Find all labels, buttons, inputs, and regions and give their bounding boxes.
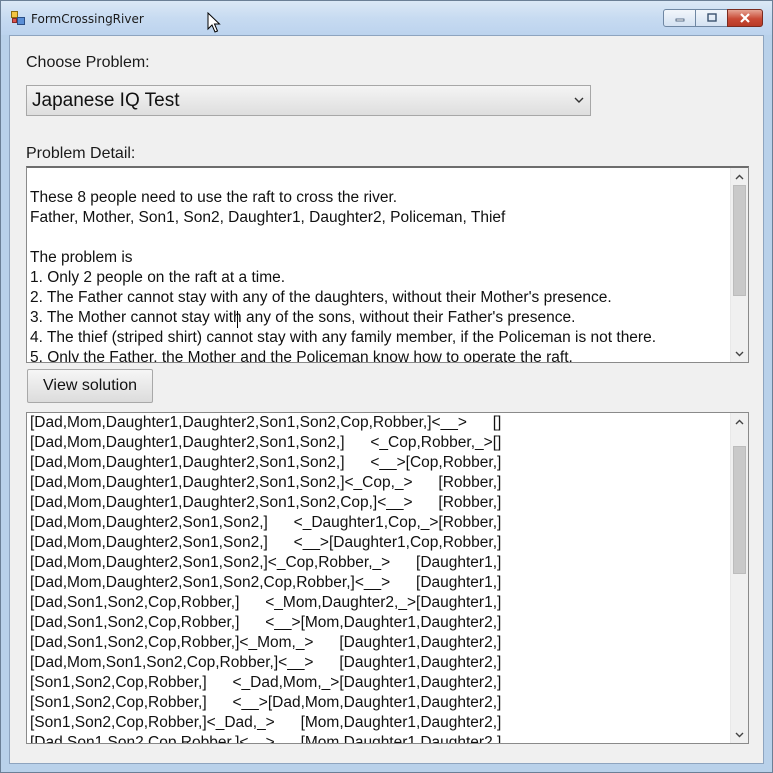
solution-line: [Son1,Son2,Cop,Robber,] <_Dad,Mom,_>[Dau… — [30, 674, 502, 691]
form-client-area: Choose Problem: Japanese IQ Test Problem… — [9, 35, 764, 764]
selected-problem-value: Japanese IQ Test — [32, 90, 180, 111]
app-window: FormCrossingRiver Choose Problem: Japane… — [0, 0, 773, 773]
chevron-up-icon — [735, 419, 744, 424]
solution-textbox[interactable]: [Dad,Mom,Daughter1,Daughter2,Son1,Son2,C… — [26, 412, 749, 744]
scroll-thumb[interactable] — [733, 446, 746, 574]
solution-line: [Dad,Mom,Daughter2,Son1,Son2,]<_Cop,Robb… — [30, 554, 502, 571]
minimize-icon — [675, 18, 684, 22]
solution-line: [Son1,Son2,Cop,Robber,] <__>[Dad,Mom,Dau… — [30, 694, 502, 711]
solution-line: [Dad,Mom,Daughter1,Daughter2,Son1,Son2,]… — [30, 474, 502, 491]
solution-line: [Dad,Mom,Daughter2,Son1,Son2,] <_Daughte… — [30, 514, 502, 531]
maximize-button[interactable] — [695, 9, 728, 27]
chevron-down-icon — [735, 351, 744, 356]
scroll-up-arrow[interactable] — [731, 413, 748, 430]
choose-problem-label: Choose Problem: — [26, 54, 150, 71]
chevron-down-icon[interactable] — [574, 96, 584, 104]
chevron-up-icon — [735, 174, 744, 179]
mouse-pointer-icon — [207, 12, 221, 33]
app-icon[interactable] — [11, 11, 25, 25]
problem-detail-scrollbar[interactable] — [730, 168, 748, 362]
solution-line: [Dad,Mom,Daughter1,Daughter2,Son1,Son2,C… — [30, 494, 502, 511]
title-bar[interactable]: FormCrossingRiver — [1, 1, 772, 35]
close-button[interactable] — [727, 9, 763, 27]
problem-detail-line: 5. Only the Father, the Mother and the P… — [30, 349, 573, 362]
problem-detail-line: 3. The Mother cannot stay with any of th… — [30, 309, 576, 326]
view-solution-button[interactable]: View solution — [27, 369, 153, 403]
window-title: FormCrossingRiver — [31, 12, 144, 26]
solution-line: [Dad,Mom,Daughter1,Daughter2,Son1,Son2,]… — [30, 434, 502, 451]
solution-line: [Dad,Mom,Son1,Son2,Cop,Robber,]<__> [Dau… — [30, 654, 502, 671]
problem-detail-line: 2. The Father cannot stay with any of th… — [30, 289, 612, 306]
solution-line: [Dad,Son1,Son2,Cop,Robber,] <__>[Mom,Dau… — [30, 614, 502, 631]
problem-detail-textbox[interactable]: These 8 people need to use the raft to c… — [26, 166, 749, 363]
scroll-thumb[interactable] — [733, 185, 746, 296]
chevron-down-icon — [735, 732, 744, 737]
solution-line: [Dad,Mom,Daughter2,Son1,Son2,] <__>[Daug… — [30, 534, 502, 551]
scroll-up-arrow[interactable] — [731, 168, 748, 185]
solution-line: [Dad,Mom,Daughter2,Son1,Son2,Cop,Robber,… — [30, 574, 502, 591]
solution-line: [Dad,Mom,Daughter1,Daughter2,Son1,Son2,]… — [30, 454, 502, 471]
solution-line: [Son1,Son2,Cop,Robber,]<_Dad,_> [Mom,Dau… — [30, 714, 502, 731]
solution-line: [Dad,Son1,Son2,Cop,Robber,] <_Mom,Daught… — [30, 594, 502, 611]
close-icon — [740, 13, 750, 23]
text-caret — [237, 311, 238, 328]
scroll-down-arrow[interactable] — [731, 726, 748, 743]
problem-detail-label: Problem Detail: — [26, 145, 136, 162]
solution-line: [Dad,Mom,Daughter1,Daughter2,Son1,Son2,C… — [30, 414, 502, 431]
minimize-button[interactable] — [663, 9, 696, 27]
solution-line: [Dad,Son1,Son2,Cop,Robber,]<__> [Mom,Dau… — [30, 734, 502, 743]
problem-detail-line: The problem is — [30, 249, 133, 266]
problem-detail-line: Father, Mother, Son1, Son2, Daughter1, D… — [30, 209, 506, 226]
problem-detail-line: 1. Only 2 people on the raft at a time. — [30, 269, 286, 286]
problem-dropdown[interactable]: Japanese IQ Test — [26, 85, 591, 116]
solution-text: [Dad,Mom,Daughter1,Daughter2,Son1,Son2,C… — [29, 413, 730, 743]
problem-detail-line: 4. The thief (striped shirt) cannot stay… — [30, 329, 657, 346]
maximize-icon — [706, 13, 717, 22]
solution-scrollbar[interactable] — [730, 413, 748, 743]
solution-line: [Dad,Son1,Son2,Cop,Robber,]<_Mom,_> [Dau… — [30, 634, 502, 651]
scroll-down-arrow[interactable] — [731, 345, 748, 362]
problem-detail-text: These 8 people need to use the raft to c… — [29, 168, 730, 362]
problem-detail-line: These 8 people need to use the raft to c… — [30, 189, 398, 206]
